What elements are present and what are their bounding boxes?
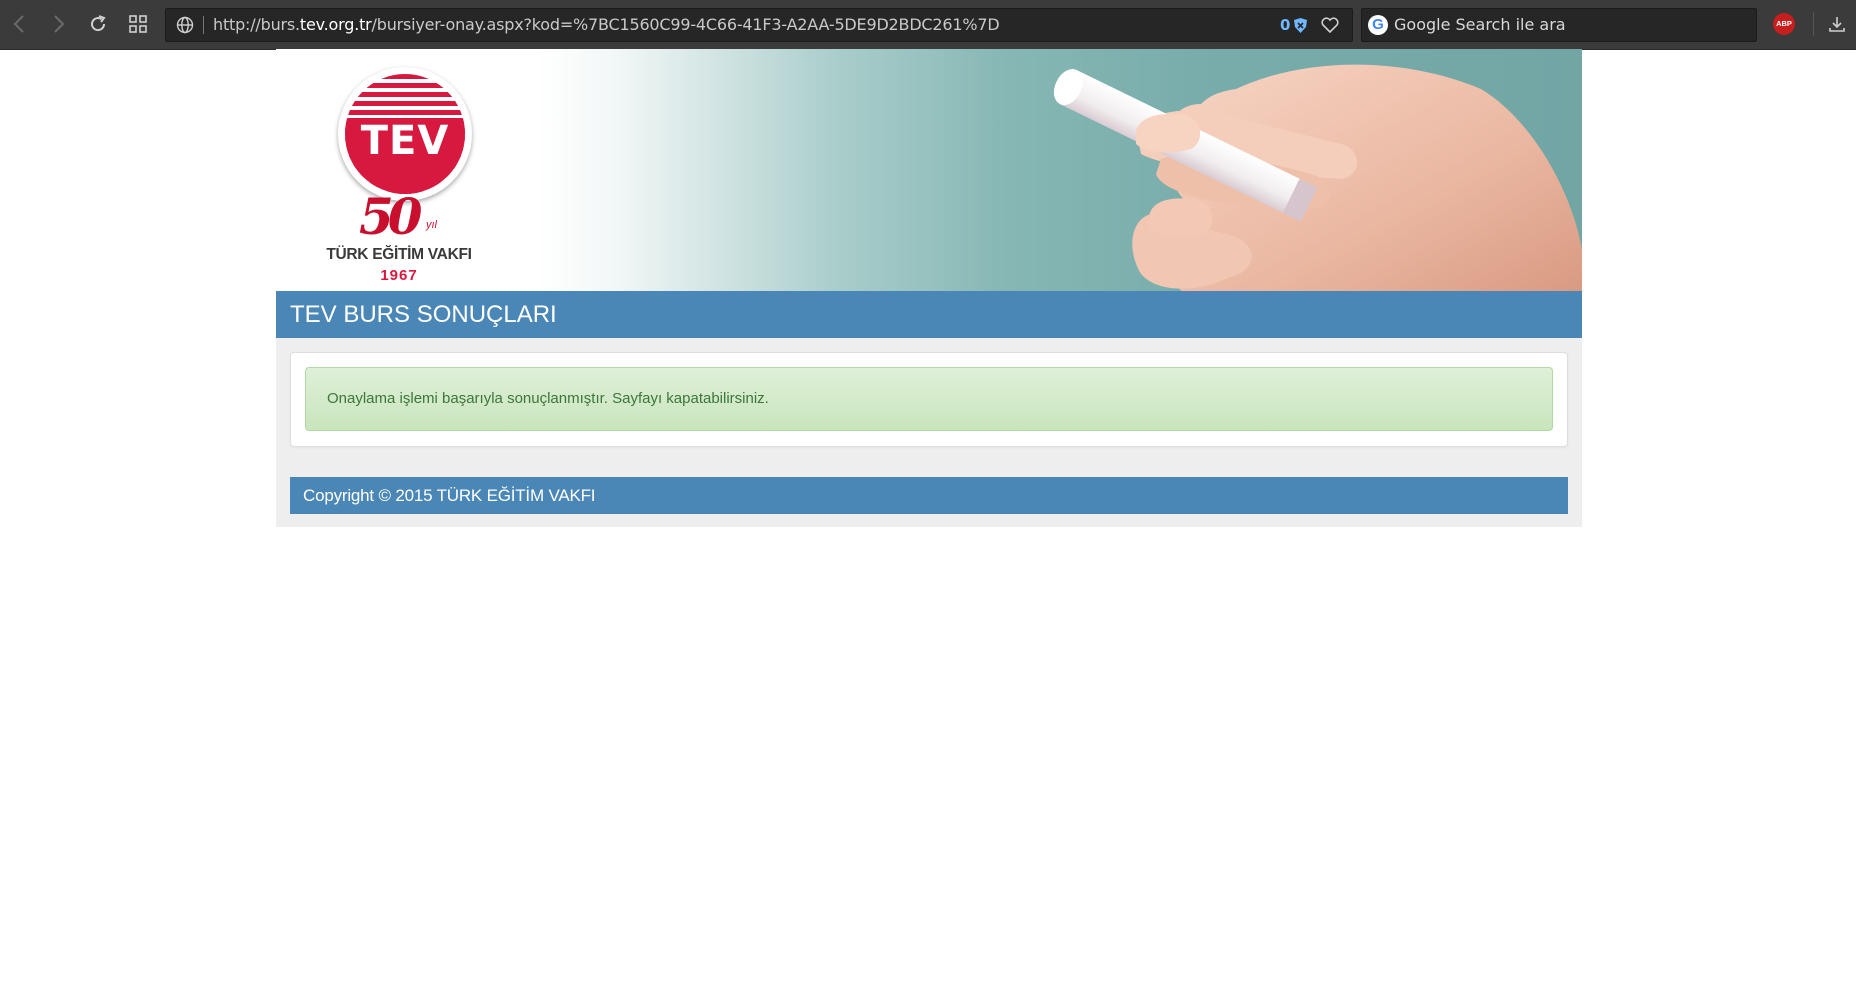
page-container: TEV 50 yıl TÜRK EĞİTİM VAKFI 1967 TEV BU…	[276, 49, 1582, 527]
heart-icon[interactable]	[1321, 17, 1339, 38]
footer-bar: Copyright © 2015 TÜRK EĞİTİM VAKFI	[290, 477, 1568, 514]
shield-icon[interactable]	[1293, 17, 1308, 39]
globe-icon	[176, 16, 194, 39]
logo-anniversary-suffix: yıl	[426, 219, 437, 231]
logo-stripes: TEV	[345, 74, 465, 194]
logo-organization-name: TÜRK EĞİTİM VAKFI	[326, 246, 472, 263]
reload-icon[interactable]	[83, 9, 113, 39]
address-bar[interactable]: http://burs.tev.org.tr/bursiyer-onay.asp…	[165, 8, 1353, 42]
logo-wordmark: TEV	[360, 118, 450, 164]
logo-founding-year: 1967	[380, 267, 418, 284]
content-panel: Onaylama işlemi başarıyla sonuçlanmıştır…	[290, 352, 1568, 447]
alert-message: Onaylama işlemi başarıyla sonuçlanmıştır…	[327, 390, 769, 407]
logo-emblem: TEV	[338, 67, 472, 201]
footer-copyright: Copyright © 2015 TÜRK EĞİTİM VAKFI	[303, 486, 596, 505]
tev-logo[interactable]: TEV 50 yıl TÜRK EĞİTİM VAKFI 1967	[304, 59, 494, 285]
url-text[interactable]: http://burs.tev.org.tr/bursiyer-onay.asp…	[213, 9, 1000, 41]
blocked-count[interactable]: 0	[1280, 9, 1290, 41]
google-icon: G	[1368, 15, 1388, 35]
logo-anniversary: 50	[359, 187, 423, 246]
download-icon[interactable]	[1822, 9, 1852, 39]
toolbar-divider	[1813, 12, 1814, 36]
back-icon[interactable]	[5, 9, 35, 39]
header-banner: TEV 50 yıl TÜRK EĞİTİM VAKFI 1967	[276, 49, 1582, 291]
adblock-icon[interactable]: ABP	[1773, 13, 1795, 35]
success-alert: Onaylama işlemi başarıyla sonuçlanmıştır…	[305, 367, 1553, 431]
page-title-bar: TEV BURS SONUÇLARI	[276, 291, 1582, 338]
speed-dial-icon[interactable]	[123, 9, 153, 39]
browser-toolbar: http://burs.tev.org.tr/bursiyer-onay.asp…	[0, 0, 1856, 50]
search-input[interactable]: Google Search ile ara	[1394, 9, 1566, 41]
page-title: TEV BURS SONUÇLARI	[290, 301, 557, 328]
chalk-hand-image	[1053, 64, 1582, 291]
search-bar[interactable]: G Google Search ile ara	[1361, 8, 1757, 42]
address-divider	[203, 16, 204, 34]
forward-icon[interactable]	[43, 9, 73, 39]
